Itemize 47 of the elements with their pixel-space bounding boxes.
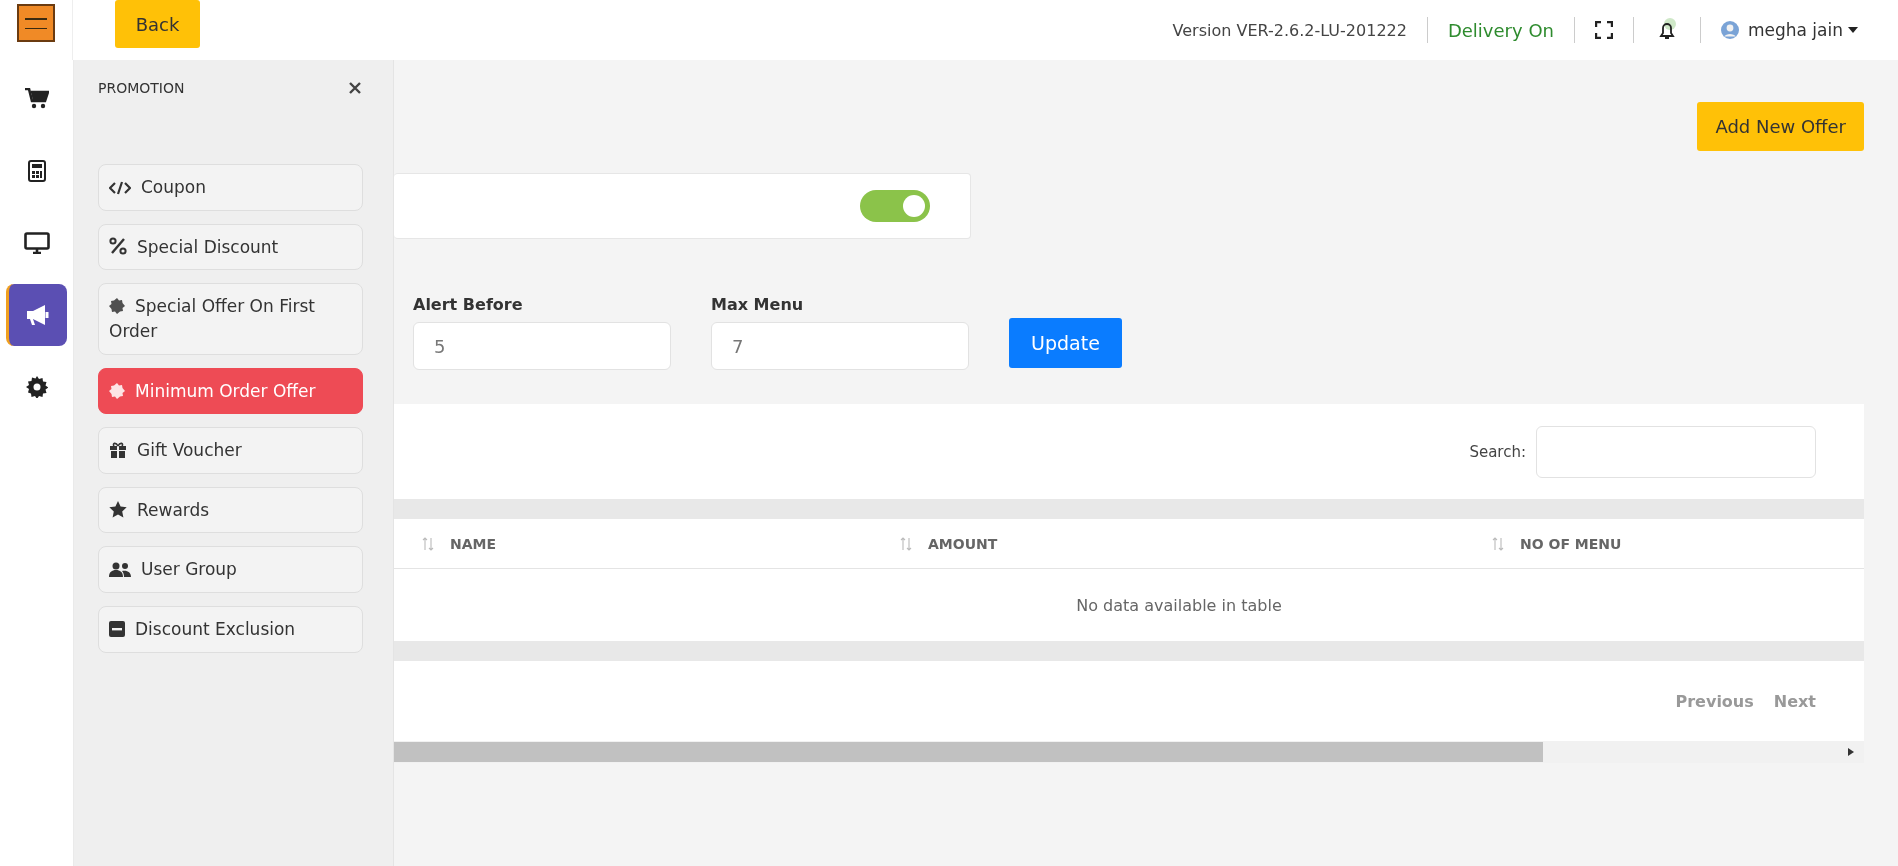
promotion-menu-item[interactable]: Minimum Order Offer (98, 367, 363, 415)
column-header[interactable]: AMOUNT (928, 535, 998, 552)
search-field[interactable] (1536, 425, 1816, 478)
update-button[interactable]: Update (1009, 318, 1122, 368)
close-icon[interactable] (349, 82, 361, 94)
fullscreen-icon[interactable] (1594, 21, 1613, 39)
promotion-menu-item[interactable]: User Group (98, 546, 363, 594)
promotion-menu-item[interactable]: Special Discount (98, 223, 363, 271)
minus-square-icon (109, 621, 125, 638)
input-field[interactable]: 5 (413, 322, 671, 370)
scrollbar-thumb[interactable] (394, 742, 1543, 762)
toggle-switch[interactable] (860, 190, 930, 222)
badge-icon (109, 298, 125, 315)
field-label: Max Menu (711, 295, 805, 314)
caret-icon[interactable] (1848, 27, 1858, 33)
add-new-offer-button[interactable]: Add New Offer (1697, 102, 1864, 151)
monitor-icon[interactable] (23, 232, 50, 254)
search-label: Search: (1469, 442, 1526, 461)
settings-icon[interactable] (25, 376, 48, 398)
back-button[interactable]: Back (115, 0, 200, 48)
column-header[interactable]: NO OF MENU (1520, 535, 1622, 552)
star-icon (109, 500, 127, 518)
panel-title: PROMOTION (98, 80, 185, 96)
field-label: Alert Before (413, 295, 524, 314)
input-field[interactable]: 7 (711, 322, 969, 370)
code-icon (109, 181, 131, 195)
cart-icon[interactable] (24, 88, 49, 110)
promotion-menu-item[interactable]: Discount Exclusion (98, 606, 363, 653)
badge-icon (109, 382, 125, 399)
gift-icon (109, 442, 127, 459)
promotion-menu-item[interactable]: Special Offer On First Order (98, 283, 363, 355)
megaphone-nav-item[interactable] (6, 284, 67, 346)
logo-icon (17, 4, 55, 42)
scroll-right-icon[interactable] (1848, 748, 1854, 756)
column-header[interactable]: NAME (450, 535, 497, 552)
user-menu[interactable]: megha jain (1747, 20, 1848, 40)
calculator-icon[interactable] (27, 160, 46, 182)
percent-icon (109, 236, 127, 255)
avatar-icon (1720, 21, 1739, 39)
megaphone-icon[interactable] (25, 304, 51, 326)
empty-table-message: No data available in table (1076, 595, 1282, 615)
promotion-menu-item[interactable]: Gift Voucher (98, 427, 363, 474)
promotion-menu-item[interactable]: Rewards (98, 486, 363, 534)
version-text: Version VER-2.6.2-LU-201222 (1172, 20, 1407, 40)
promotion-menu-item[interactable]: Coupon (98, 164, 363, 211)
users-icon (109, 562, 131, 578)
delivery-status[interactable]: Delivery On (1447, 19, 1554, 41)
